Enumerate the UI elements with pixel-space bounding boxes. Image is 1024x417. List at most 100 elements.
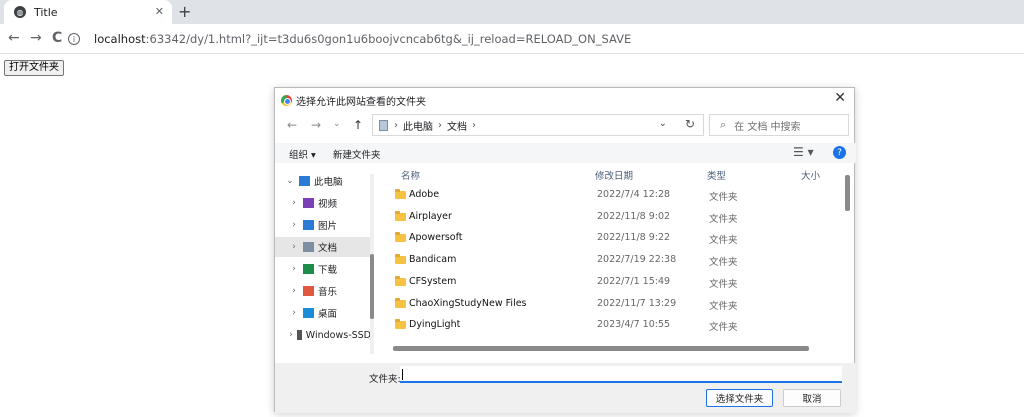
file-date: 2022/11/8 9:02 [597, 210, 671, 222]
file-row[interactable]: DyingLight 2023/4/7 10:55 文件夹 [383, 315, 843, 336]
file-row[interactable]: Apowersoft 2022/11/8 9:22 文件夹 [383, 228, 843, 249]
organize-button[interactable]: 组织 ▾ [289, 147, 316, 161]
folder-icon [395, 297, 406, 308]
breadcrumb-this-pc[interactable]: 此电脑 [403, 118, 433, 133]
computer-icon [299, 176, 310, 186]
tree-item-label: 此电脑 [314, 177, 343, 188]
url-host: localhost [94, 32, 146, 46]
file-date: 2022/7/19 22:38 [597, 254, 677, 266]
file-name: Adobe [409, 189, 440, 200]
breadcrumb-documents[interactable]: 文档 [447, 118, 467, 133]
new-tab-button[interactable]: + [178, 2, 191, 21]
tree-item-label: 视频 [318, 199, 338, 210]
open-folder-button[interactable]: 打开文件夹 [4, 60, 64, 76]
pc-icon [379, 119, 388, 131]
up-icon[interactable]: ↑ [353, 118, 363, 132]
chevron-right-icon[interactable]: › [289, 198, 299, 208]
desktop-icon [303, 308, 314, 318]
tree-scroll-thumb[interactable] [370, 254, 374, 319]
chevron-down-icon[interactable]: ⌄ [659, 118, 667, 129]
cancel-button[interactable]: 取消 [783, 389, 841, 407]
tree-item-desktop[interactable]: › 桌面 [275, 303, 371, 323]
tree-item-drive[interactable]: › Windows-SSD [275, 325, 371, 345]
dialog-close-icon[interactable]: ✕ [834, 90, 846, 106]
column-type[interactable]: 类型 [707, 168, 726, 182]
column-date[interactable]: 修改日期 [595, 168, 633, 182]
tree-item-video[interactable]: › 视频 [275, 193, 371, 213]
folder-icon [395, 210, 406, 221]
tree-item-music[interactable]: › 音乐 [275, 281, 371, 301]
file-name: Airplayer [409, 210, 452, 222]
reload-icon[interactable]: C [52, 30, 62, 46]
tree-item-label: 下载 [318, 265, 338, 276]
tree-item-picture[interactable]: › 图片 [275, 215, 371, 235]
help-icon[interactable]: ? [833, 146, 846, 159]
back-icon[interactable]: ← [287, 118, 297, 132]
text-cursor [402, 369, 403, 380]
chevron-right-icon[interactable]: › [289, 286, 299, 296]
search-icon: ⌕ [720, 118, 727, 131]
file-name: ChaoXingStudyNew Files [409, 297, 527, 309]
file-date: 2022/7/4 12:28 [597, 189, 671, 200]
browser-toolbar: ← → C i localhost:63342/dy/1.html?_ijt=t… [0, 24, 1024, 54]
file-list-scrollbar[interactable] [845, 173, 851, 358]
file-type: 文件夹 [709, 213, 738, 225]
chevron-down-icon[interactable]: ⌄ [285, 176, 295, 186]
back-icon[interactable]: ← [8, 30, 20, 46]
file-date: 2023/4/7 10:55 [597, 319, 671, 331]
chevron-right-icon[interactable]: › [289, 242, 299, 252]
tree-item-label: Windows-SSD [305, 329, 371, 341]
column-size[interactable]: 大小 [801, 168, 820, 182]
refresh-icon[interactable]: ↻ [685, 117, 695, 131]
select-folder-button[interactable]: 选择文件夹 [706, 389, 773, 407]
chevron-right-icon[interactable]: › [289, 308, 299, 318]
file-type: 文件夹 [709, 278, 738, 290]
chevron-right-icon[interactable]: › [289, 264, 299, 274]
folder-icon [395, 189, 406, 199]
tree-scrollbar[interactable] [370, 174, 374, 354]
info-icon[interactable]: i [68, 33, 80, 45]
column-name[interactable]: 名称 [401, 168, 420, 182]
horizontal-scrollbar[interactable] [393, 346, 809, 351]
chevron-right-icon[interactable]: › [289, 220, 299, 230]
search-placeholder: 在 文档 中搜索 [734, 121, 801, 133]
new-folder-button[interactable]: 新建文件夹 [333, 147, 381, 161]
file-row[interactable]: Bandicam 2022/7/19 22:38 文件夹 [383, 250, 843, 271]
tree-item-computer[interactable]: ⌄ 此电脑 [275, 171, 371, 191]
folder-icon [395, 319, 406, 330]
file-type: 文件夹 [709, 300, 738, 312]
file-row[interactable]: Airplayer 2022/11/8 9:02 文件夹 [383, 207, 843, 228]
tree-item-label: 桌面 [318, 309, 338, 320]
document-icon [303, 242, 314, 252]
address-bar[interactable]: i localhost:63342/dy/1.html?_ijt=t3du6s0… [68, 28, 1016, 50]
file-row[interactable]: Adobe 2022/7/4 12:28 文件夹 [383, 185, 843, 206]
chevron-right-icon[interactable]: › [289, 330, 293, 340]
search-input[interactable]: ⌕ 在 文档 中搜索 [709, 114, 849, 136]
dialog-title-bar: 选择允许此网站查看的文件夹 [281, 93, 426, 108]
tab-close-icon[interactable]: ✕ [155, 5, 164, 18]
download-icon [303, 264, 314, 274]
file-date: 2022/11/7 13:29 [597, 297, 677, 309]
file-row[interactable]: ChaoXingStudyNew Files 2022/11/7 13:29 文件夹 [383, 294, 843, 315]
file-date: 2022/11/8 9:22 [597, 232, 671, 244]
browser-tab[interactable]: ◍ Title ✕ [4, 0, 172, 24]
file-scroll-thumb[interactable] [845, 175, 850, 211]
tree-item-label: 音乐 [318, 287, 338, 298]
tab-strip: ◍ Title ✕ + [0, 0, 1024, 24]
sort-ascending-icon: ^ [490, 166, 497, 170]
folder-name-input[interactable] [400, 366, 842, 383]
forward-icon[interactable]: → [311, 118, 321, 132]
view-options-icon[interactable]: ☰ ▾ [793, 145, 814, 159]
tree-item-download[interactable]: › 下载 [275, 259, 371, 279]
dialog-footer: 文件夹: 选择文件夹 取消 [275, 363, 856, 413]
file-row[interactable]: CFSystem 2022/7/1 15:49 文件夹 [383, 272, 843, 293]
dialog-title: 选择允许此网站查看的文件夹 [296, 97, 426, 108]
folder-label: 文件夹: [369, 374, 401, 385]
navigation-tree: ⌄ 此电脑 › 视频 › 图片 › 文档 › 下载 › 音乐 › 桌面 › Windows-SSD [275, 171, 375, 356]
recent-locations-icon[interactable]: ⌄ [333, 119, 341, 129]
dialog-address-bar[interactable]: › 此电脑 › 文档 › ⌄ ↻ [372, 114, 704, 136]
tree-item-label: 文档 [318, 243, 338, 254]
tree-item-document[interactable]: › 文档 [275, 237, 371, 257]
folder-icon [395, 232, 406, 243]
forward-icon[interactable]: → [30, 30, 42, 46]
